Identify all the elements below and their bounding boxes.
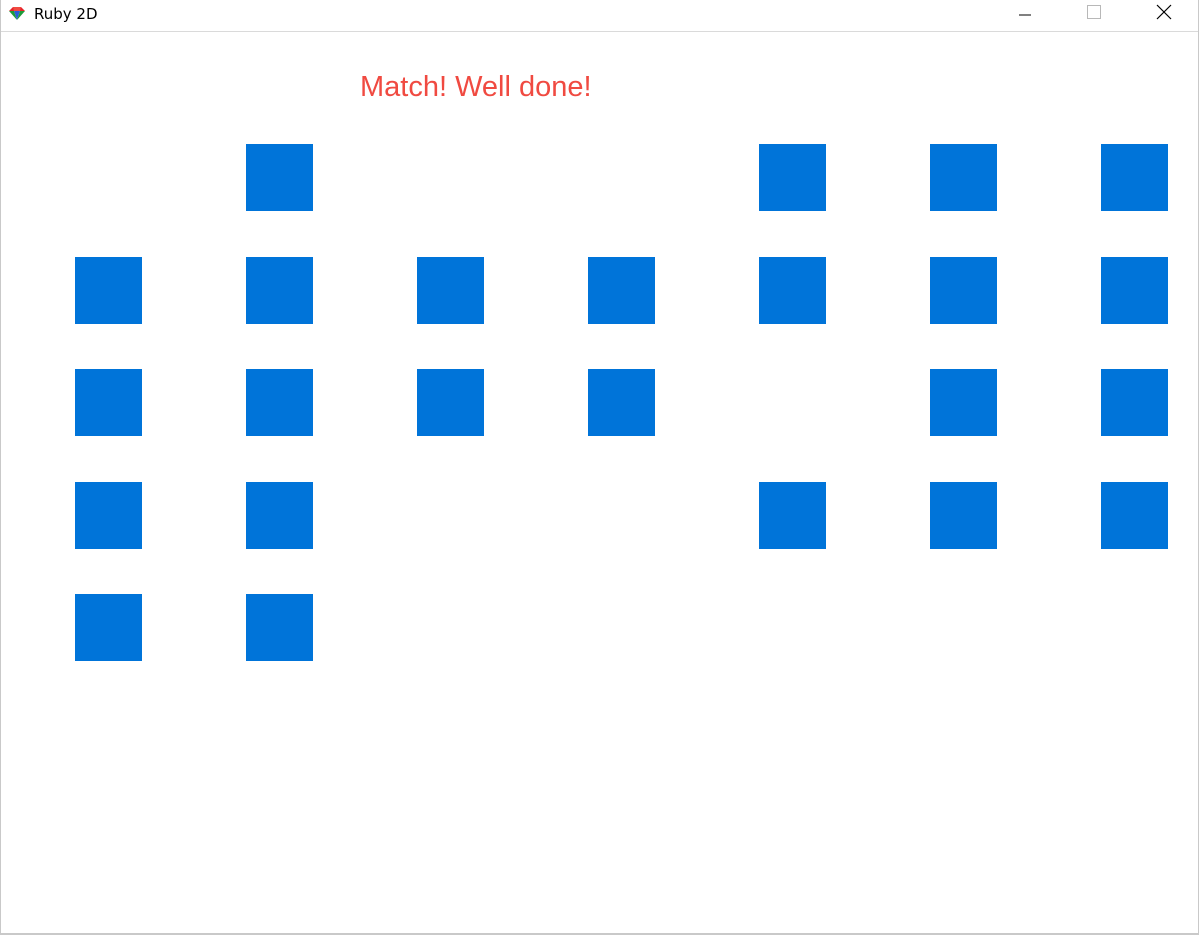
card-tile[interactable]: [759, 257, 826, 324]
card-tile[interactable]: [246, 369, 313, 436]
window-title: Ruby 2D: [34, 5, 98, 23]
maximize-icon: [1086, 4, 1102, 25]
card-tile[interactable]: [1101, 369, 1168, 436]
card-tile[interactable]: [1101, 144, 1168, 211]
card-tile[interactable]: [75, 482, 142, 549]
card-tile[interactable]: [930, 482, 997, 549]
card-tile[interactable]: [588, 369, 655, 436]
card-tile[interactable]: [930, 257, 997, 324]
maximize-button[interactable]: [1072, 0, 1116, 28]
close-icon: [1156, 4, 1172, 25]
card-tile[interactable]: [75, 257, 142, 324]
card-tile[interactable]: [246, 257, 313, 324]
card-tile[interactable]: [246, 482, 313, 549]
card-tile[interactable]: [1101, 257, 1168, 324]
ruby2d-logo-icon: [7, 7, 27, 21]
card-tile[interactable]: [246, 144, 313, 211]
match-message: Match! Well done!: [360, 71, 592, 103]
minimize-button[interactable]: [1003, 0, 1047, 28]
card-tile[interactable]: [246, 594, 313, 661]
card-tile[interactable]: [930, 144, 997, 211]
card-tile[interactable]: [417, 369, 484, 436]
card-tile[interactable]: [1101, 482, 1168, 549]
card-tile[interactable]: [417, 257, 484, 324]
card-tile[interactable]: [588, 257, 655, 324]
close-button[interactable]: [1142, 0, 1186, 28]
minimize-icon: [1018, 5, 1032, 24]
app-window: Ruby 2D Match! Well done!: [0, 0, 1199, 935]
card-tile[interactable]: [930, 369, 997, 436]
card-tile[interactable]: [75, 369, 142, 436]
card-tile[interactable]: [759, 482, 826, 549]
game-canvas[interactable]: Match! Well done!: [1, 32, 1198, 932]
card-tile[interactable]: [75, 594, 142, 661]
title-bar[interactable]: Ruby 2D: [1, 0, 1198, 32]
card-tile[interactable]: [759, 144, 826, 211]
